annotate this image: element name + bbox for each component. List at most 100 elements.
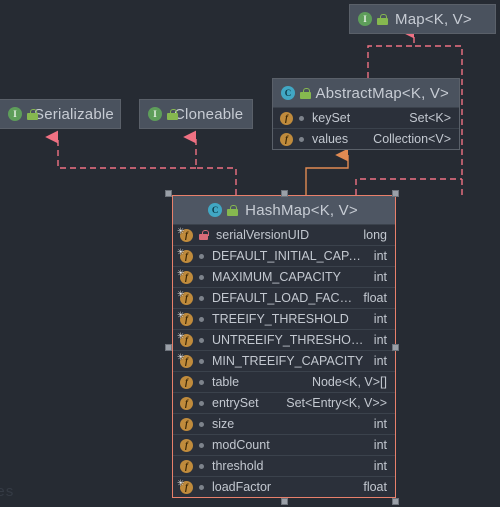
visibility-dot-icon (199, 463, 204, 469)
member-row[interactable]: f DEFAULT_LOAD_FACTOR float (173, 287, 395, 308)
field-icon: f (180, 438, 193, 452)
class-node-abstractmap-header[interactable]: C AbstractMap<K, V> (273, 79, 459, 107)
member-name: MAXIMUM_CAPACITY (212, 270, 341, 284)
visibility-dot-icon (199, 421, 204, 427)
field-icon: f (180, 396, 193, 410)
interface-icon: I (358, 12, 372, 26)
visibility-dot-icon (199, 400, 204, 406)
class-node-hashmap-header[interactable]: C HashMap<K, V> (173, 196, 395, 224)
member-name: UNTREEIFY_THRESHOLD (212, 333, 364, 347)
selection-handle-top-left[interactable] (165, 190, 172, 197)
member-type: int (373, 417, 387, 431)
selection-handle-bottom-right[interactable] (392, 498, 399, 505)
member-row[interactable]: f threshold int (173, 455, 395, 476)
member-row[interactable]: f MIN_TREEIFY_CAPACITY int (173, 350, 395, 371)
member-row[interactable]: f entrySet Set<Entry<K, V>> (173, 392, 395, 413)
edge-hashmap-to-serializable (45, 130, 196, 169)
class-node-map-header[interactable]: I Map<K, V> (350, 5, 495, 33)
member-type: long (363, 228, 387, 242)
class-node-cloneable[interactable]: I Cloneable (139, 99, 253, 129)
selection-handle-top-center[interactable] (281, 190, 288, 197)
interface-icon: I (8, 107, 22, 121)
diagram-canvas[interactable]: es I Map<K, V> C AbstractMap<K, V> f key… (0, 0, 500, 507)
background-editor-text: es (0, 484, 15, 501)
visibility-dot-icon (199, 274, 204, 280)
static-field-icon: f (177, 288, 193, 305)
member-name: size (212, 417, 235, 431)
member-name: modCount (212, 438, 270, 452)
visibility-dot-icon (199, 295, 204, 301)
member-name: DEFAULT_INITIAL_CAPACITY (212, 249, 364, 263)
class-icon: C (208, 203, 223, 217)
visibility-dot-icon (199, 484, 204, 490)
static-field-icon: f (177, 309, 193, 326)
member-name: loadFactor (212, 480, 272, 494)
member-row[interactable]: f DEFAULT_INITIAL_CAPACITY int (173, 245, 395, 266)
member-type: int (373, 270, 387, 284)
member-type: float (363, 291, 387, 305)
static-field-icon: f (177, 267, 193, 284)
member-type: int (373, 459, 387, 473)
class-node-serializable[interactable]: I Serializable (0, 99, 121, 129)
member-name: table (212, 375, 240, 389)
member-row[interactable]: f loadFactor float (173, 476, 395, 497)
field-icon: f (280, 132, 293, 146)
member-type: Collection<V> (373, 132, 451, 146)
field-icon: f (180, 417, 193, 431)
field-icon: f (180, 375, 193, 389)
member-name: values (312, 132, 349, 146)
member-type: int (373, 312, 387, 326)
member-row[interactable]: f MAXIMUM_CAPACITY int (173, 266, 395, 287)
member-row[interactable]: f size int (173, 413, 395, 434)
edge-abstractmap-to-map (367, 45, 414, 78)
interface-icon: I (148, 107, 162, 121)
class-node-serializable-title: Serializable (34, 105, 114, 123)
static-field-icon: f (177, 330, 193, 347)
class-node-map-title: Map<K, V> (395, 10, 472, 28)
selection-handle-bottom-center[interactable] (281, 498, 288, 505)
member-row[interactable]: f UNTREEIFY_THRESHOLD int (173, 329, 395, 350)
edge-hashmap-realization-branch (355, 178, 462, 195)
class-node-hashmap[interactable]: C HashMap<K, V> f serialVersionUID long … (172, 195, 396, 498)
class-node-abstractmap[interactable]: C AbstractMap<K, V> f keySet Set<K> f va… (272, 78, 460, 150)
visibility-dot-icon (199, 379, 204, 385)
edge-hashmap-to-abstractmap (305, 148, 349, 195)
class-node-abstractmap-title: AbstractMap<K, V> (315, 84, 449, 102)
class-node-cloneable-header[interactable]: I Cloneable (140, 100, 252, 128)
member-name: keySet (312, 111, 351, 125)
lock-private-icon (199, 230, 209, 240)
static-field-icon: f (177, 351, 193, 368)
lock-public-icon (227, 204, 239, 216)
member-row[interactable]: f values Collection<V> (273, 128, 459, 149)
field-icon: f (280, 111, 293, 125)
member-row[interactable]: f serialVersionUID long (173, 224, 395, 245)
visibility-dot-icon (199, 316, 204, 322)
visibility-dot-icon (199, 253, 204, 259)
class-icon: C (281, 86, 295, 100)
member-type: Node<K, V>[] (311, 375, 387, 389)
member-row[interactable]: f table Node<K, V>[] (173, 371, 395, 392)
visibility-dot-icon (299, 136, 304, 142)
static-field-icon: f (177, 477, 193, 494)
visibility-dot-icon (199, 358, 204, 364)
member-type: int (373, 333, 387, 347)
lock-public-icon (377, 13, 388, 25)
member-name: TREEIFY_THRESHOLD (212, 312, 349, 326)
class-node-map[interactable]: I Map<K, V> (349, 4, 496, 34)
member-row[interactable]: f TREEIFY_THRESHOLD int (173, 308, 395, 329)
member-type: int (373, 438, 387, 452)
selection-handle-middle-right[interactable] (392, 344, 399, 351)
field-icon: f (180, 459, 193, 473)
lock-public-icon (300, 87, 311, 99)
member-type: int (373, 249, 387, 263)
member-row[interactable]: f keySet Set<K> (273, 107, 459, 128)
member-row[interactable]: f modCount int (173, 434, 395, 455)
selection-handle-middle-left[interactable] (165, 344, 172, 351)
member-name: MIN_TREEIFY_CAPACITY (212, 354, 364, 368)
static-field-icon: f (177, 225, 193, 242)
selection-handle-top-right[interactable] (392, 190, 399, 197)
member-name: threshold (212, 459, 264, 473)
member-type: int (373, 354, 387, 368)
member-name: entrySet (212, 396, 259, 410)
class-node-serializable-header[interactable]: I Serializable (0, 100, 120, 128)
